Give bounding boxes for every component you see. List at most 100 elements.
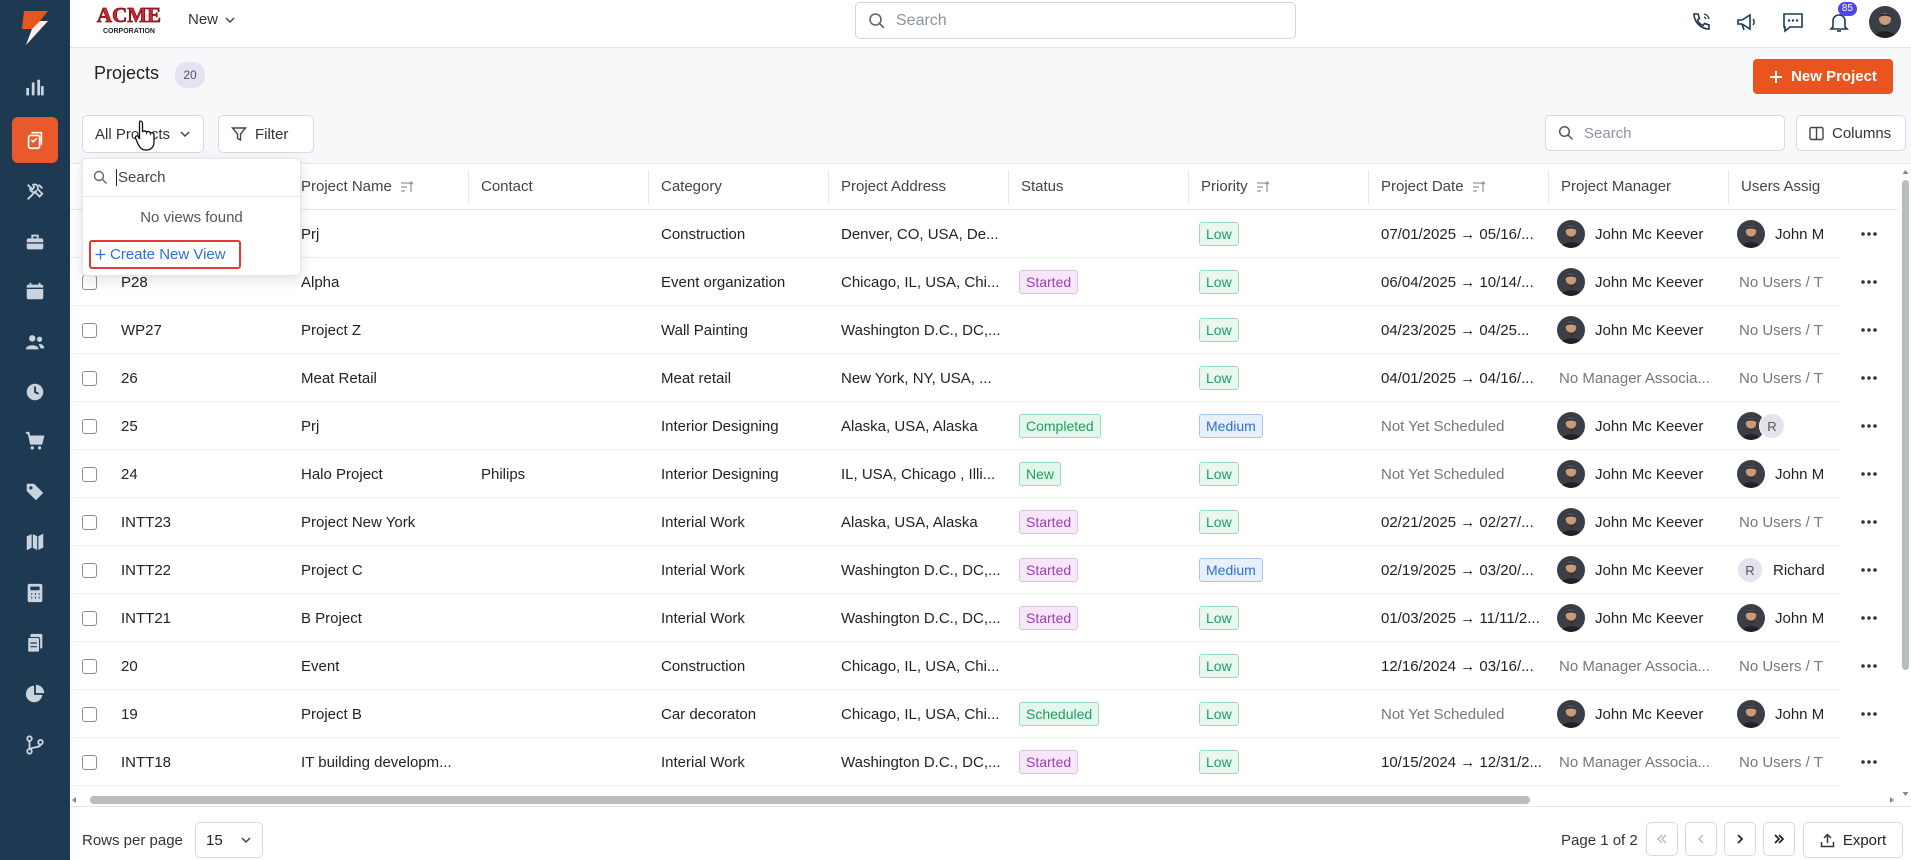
column-header-status[interactable]: Status: [1021, 178, 1064, 195]
contact: [481, 690, 646, 738]
user-name: John M: [1775, 705, 1825, 723]
new-menu[interactable]: New: [188, 11, 236, 28]
global-search-input[interactable]: Search: [855, 2, 1296, 39]
table-row[interactable]: INTT21 B Project Interial Work Washington D…: [70, 594, 1898, 642]
table-row[interactable]: 25 Prj Interior Designing Alaska, USA, Alas…: [70, 402, 1898, 450]
row-actions-button[interactable]: [1840, 306, 1898, 354]
row-actions-button[interactable]: [1840, 210, 1898, 258]
sort-icon[interactable]: [1472, 180, 1486, 194]
table-row[interactable]: INTT23 Project New York Interial Work Alask…: [70, 498, 1898, 546]
sidebar-item-briefcase[interactable]: [0, 219, 70, 265]
sidebar-item-users[interactable]: [0, 319, 70, 365]
sidebar-item-tools[interactable]: [0, 169, 70, 215]
row-actions-button[interactable]: [1840, 546, 1898, 594]
horizontal-scrollbar[interactable]: [70, 794, 1900, 806]
row-checkbox[interactable]: [82, 706, 97, 722]
project-name[interactable]: Project B: [301, 690, 466, 738]
row-actions-button[interactable]: [1840, 402, 1898, 450]
table-row[interactable]: 26 Meat Retail Meat retail New York, NY, US…: [70, 354, 1898, 402]
row-checkbox[interactable]: [82, 514, 97, 530]
project-name[interactable]: IT building developm...: [301, 738, 466, 786]
column-header-project-name[interactable]: Project Name: [301, 178, 414, 195]
create-new-view-button[interactable]: Create New View: [89, 240, 241, 269]
table-row[interactable]: INTT22 Project C Interial Work Washington D…: [70, 546, 1898, 594]
row-actions-button[interactable]: [1840, 594, 1898, 642]
sidebar-item-cart[interactable]: [0, 418, 70, 464]
sidebar-item-calculator[interactable]: [0, 570, 70, 616]
project-name[interactable]: Alpha: [301, 258, 466, 306]
app-logo[interactable]: [0, 0, 70, 56]
notifications-button[interactable]: 85: [1821, 2, 1857, 40]
next-page-button[interactable]: [1724, 822, 1756, 856]
row-checkbox[interactable]: [82, 658, 97, 674]
row-actions-button[interactable]: [1840, 690, 1898, 738]
row-actions-button[interactable]: [1840, 450, 1898, 498]
new-project-button[interactable]: New Project: [1753, 59, 1893, 94]
row-actions-button[interactable]: [1840, 738, 1898, 786]
first-page-button[interactable]: [1646, 822, 1678, 856]
row-actions-button[interactable]: [1840, 258, 1898, 306]
messages-button[interactable]: [1775, 4, 1811, 40]
rows-per-page-select[interactable]: 15: [195, 822, 263, 858]
filter-button[interactable]: Filter: [218, 115, 314, 153]
sidebar-item-documents[interactable]: [0, 620, 70, 666]
column-header-users-assigned[interactable]: Users Assig: [1741, 178, 1820, 195]
phone-button[interactable]: [1683, 4, 1719, 40]
project-name[interactable]: Halo Project: [301, 450, 466, 498]
status-badge: Started: [1019, 606, 1079, 630]
table-search-input[interactable]: Search: [1545, 115, 1785, 151]
sidebar-item-tag[interactable]: [0, 469, 70, 515]
column-header-priority[interactable]: Priority: [1201, 178, 1270, 195]
sidebar-item-workflow[interactable]: [0, 722, 70, 768]
row-checkbox[interactable]: [82, 466, 97, 482]
project-name[interactable]: Prj: [301, 402, 466, 450]
sidebar-item-projects[interactable]: [0, 117, 70, 163]
table-row[interactable]: P28 Alpha Event organization Chicago, IL, U…: [70, 258, 1898, 306]
table-row[interactable]: 20 Event Construction Chicago, IL, USA, Chi…: [70, 642, 1898, 690]
brand-logo[interactable]: ACME CORPORATION: [94, 4, 164, 36]
row-actions-button[interactable]: [1840, 498, 1898, 546]
row-actions-button[interactable]: [1840, 354, 1898, 402]
row-actions-button[interactable]: [1840, 642, 1898, 690]
user-avatar-button[interactable]: [1867, 4, 1903, 40]
row-checkbox[interactable]: [82, 370, 97, 386]
table-row[interactable]: 19 Project B Car decoraton Chicago, IL, USA…: [70, 690, 1898, 738]
export-button[interactable]: Export: [1803, 822, 1903, 858]
sort-icon[interactable]: [1256, 180, 1270, 194]
row-checkbox[interactable]: [82, 418, 97, 434]
project-name[interactable]: Project C: [301, 546, 466, 594]
table-row[interactable]: WP27 Project Z Wall Painting Washington D.C…: [70, 306, 1898, 354]
project-name[interactable]: Project New York: [301, 498, 466, 546]
row-checkbox[interactable]: [82, 562, 97, 578]
sidebar-item-pie-chart[interactable]: [0, 671, 70, 717]
row-checkbox[interactable]: [82, 322, 97, 338]
project-name[interactable]: Project Z: [301, 306, 466, 354]
project-name[interactable]: Meat Retail: [301, 354, 466, 402]
table-row[interactable]: 24 Halo Project Philips Interior Designing I…: [70, 450, 1898, 498]
sidebar-item-calendar[interactable]: [0, 268, 70, 314]
column-header-project-manager[interactable]: Project Manager: [1561, 178, 1671, 195]
project-name[interactable]: Event: [301, 642, 466, 690]
table-row[interactable]: [70, 786, 1898, 789]
row-checkbox[interactable]: [82, 610, 97, 626]
sidebar-item-map[interactable]: [0, 519, 70, 565]
column-header-category[interactable]: Category: [661, 178, 722, 195]
row-checkbox[interactable]: [82, 274, 97, 290]
vertical-scrollbar[interactable]: [1900, 164, 1911, 804]
column-header-project-address[interactable]: Project Address: [841, 178, 946, 195]
columns-button[interactable]: Columns: [1796, 115, 1906, 151]
row-checkbox[interactable]: [82, 754, 97, 770]
sidebar-item-clock[interactable]: [0, 369, 70, 415]
table-row[interactable]: INTT18 IT building developm... Interial Wo…: [70, 738, 1898, 786]
table-row[interactable]: Prj Construction Denver, CO, USA, De... Low…: [70, 210, 1898, 258]
views-search-input[interactable]: Search: [83, 159, 300, 197]
announcements-button[interactable]: [1729, 4, 1765, 40]
project-name[interactable]: B Project: [301, 594, 466, 642]
sidebar-item-bar-chart[interactable]: [0, 65, 70, 111]
sort-icon[interactable]: [400, 180, 414, 194]
project-name[interactable]: Prj: [301, 210, 466, 258]
column-header-project-date[interactable]: Project Date: [1381, 178, 1486, 195]
column-header-contact[interactable]: Contact: [481, 178, 533, 195]
last-page-button[interactable]: [1763, 822, 1795, 856]
previous-page-button[interactable]: [1685, 822, 1717, 856]
